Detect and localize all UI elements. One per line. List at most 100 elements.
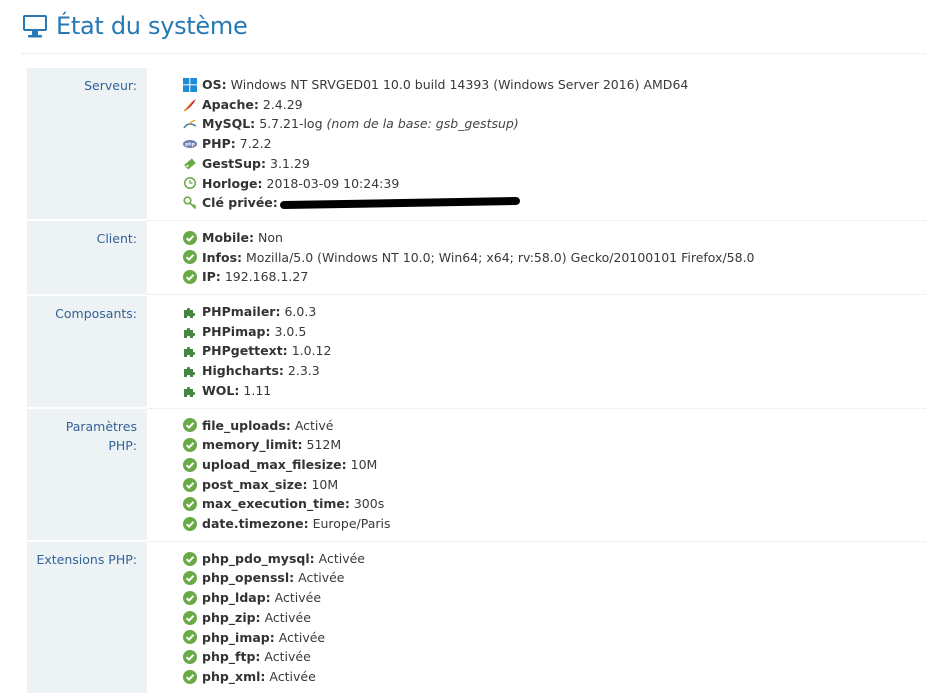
item-key: php_zip: (202, 609, 261, 625)
item-value: 2018-03-09 10:24:39 (266, 175, 400, 191)
key-icon (183, 196, 197, 210)
list-item: upload_max_filesize: 10M (183, 455, 926, 475)
section-label-php-params: Paramètres PHP: (27, 408, 147, 543)
item-value: Activée (298, 570, 345, 586)
item-value: Europe/Paris (312, 516, 391, 532)
item-value: 5.7.21-log (259, 116, 323, 132)
puzzle-icon (183, 344, 197, 358)
system-info-table: Serveur: OS: Windows NT SRVGED01 10.0 bu… (27, 68, 926, 695)
list-item: php_imap: Activée (183, 628, 926, 648)
section-components: Composants: PHPmailer: 6.0.3 PHPimap: 3.0.5… (27, 294, 926, 410)
section-label-client: Client: (27, 220, 147, 296)
item-key: file_uploads: (202, 417, 291, 433)
item-value: 1.11 (243, 382, 272, 398)
section-server: Serveur: OS: Windows NT SRVGED01 10.0 bu… (27, 68, 926, 222)
item-value: Activée (278, 629, 326, 645)
mysql-icon (183, 117, 197, 131)
item-key: Highcharts: (202, 363, 284, 379)
list-item: WOL: 1.11 (183, 381, 926, 401)
item-value: 10M (311, 476, 339, 492)
server-os: OS: Windows NT SRVGED01 10.0 build 14393… (183, 75, 926, 95)
item-value: 7.2.2 (239, 136, 272, 152)
check-circle-icon (183, 630, 197, 645)
check-circle-icon (183, 610, 197, 625)
item-key: php_pdo_mysql: (202, 550, 315, 566)
item-value: Windows NT SRVGED01 10.0 build 14393 (Wi… (230, 77, 689, 92)
list-item: PHPimap: 3.0.5 (183, 322, 926, 342)
check-circle-icon (183, 477, 197, 492)
item-key: IP: (202, 269, 221, 285)
section-label-php-extensions: Extensions PHP: (27, 541, 147, 695)
check-circle-icon (183, 438, 197, 453)
item-key: max_execution_time: (202, 496, 350, 512)
item-value: Activée (264, 649, 311, 665)
list-item: Highcharts: 2.3.3 (183, 361, 926, 381)
item-key: php_imap: (202, 629, 275, 645)
item-key: Horloge: (202, 175, 263, 191)
item-value: 3.0.5 (274, 323, 307, 339)
item-key: memory_limit: (202, 437, 303, 453)
item-key: WOL: (202, 382, 240, 398)
item-value: 1.0.12 (291, 343, 332, 359)
item-key: Infos: (202, 249, 243, 265)
label-line: Paramètres (65, 419, 137, 435)
puzzle-icon (183, 305, 197, 319)
server-mysql: MySQL: 5.7.21-log (nom de la base: gsb_g… (183, 114, 926, 134)
item-key: Apache: (202, 96, 259, 112)
item-value: Activé (294, 417, 334, 433)
php-extensions-items: php_pdo_mysql: Activée php_openssl: Activée… (147, 541, 926, 693)
check-circle-icon (183, 418, 197, 433)
puzzle-icon (183, 384, 197, 398)
components-items: PHPmailer: 6.0.3 PHPimap: 3.0.5 PHPgettext: 1… (147, 294, 926, 409)
server-private-key: Clé privée: (183, 193, 926, 213)
list-item: date.timezone: Europe/Paris (183, 514, 926, 534)
svg-text:php: php (185, 142, 195, 148)
list-item: PHPmailer: 6.0.3 (183, 302, 926, 322)
puzzle-icon (183, 364, 197, 378)
list-item: php_ftp: Activée (183, 647, 926, 667)
list-item: php_pdo_mysql: Activée (183, 549, 926, 569)
section-php-extensions: Extensions PHP: php_pdo_mysql: Activée php… (27, 541, 926, 695)
item-value: 6.0.3 (284, 304, 317, 320)
item-key: upload_max_filesize: (202, 456, 347, 472)
item-value: Activée (264, 609, 311, 625)
item-key: date.timezone: (202, 516, 309, 532)
item-value: 300s (353, 496, 385, 512)
list-item: php_openssl: Activée (183, 568, 926, 588)
item-key: php_ftp: (202, 649, 261, 665)
check-circle-icon (183, 551, 197, 566)
section-label-components: Composants: (27, 294, 147, 410)
list-item: php_ldap: Activée (183, 588, 926, 608)
item-note: (nom de la base: gsb_gestsup) (326, 116, 519, 132)
item-value: 10M (350, 456, 378, 472)
item-value: 2.4.29 (262, 96, 303, 112)
item-value: 3.1.29 (270, 155, 310, 171)
item-value: Mozilla/5.0 (Windows NT 10.0; Win64; x64… (246, 249, 755, 265)
check-circle-icon (183, 270, 197, 285)
item-key: GestSup: (202, 155, 267, 171)
section-php-params: Paramètres PHP: file_uploads: Activé memor… (27, 408, 926, 543)
list-item: max_execution_time: 300s (183, 494, 926, 514)
item-key: PHPgettext: (202, 343, 288, 359)
item-key: PHP: (202, 136, 236, 152)
list-item: Mobile: Non (183, 228, 926, 248)
server-gestsup: GestSup: 3.1.29 (183, 154, 926, 174)
list-item: post_max_size: 10M (183, 475, 926, 495)
check-circle-icon (183, 516, 197, 531)
client-items: Mobile: Non Infos: Mozilla/5.0 (Windows NT … (147, 220, 926, 296)
label-line: PHP: (108, 438, 137, 454)
item-value: 512M (306, 437, 342, 453)
check-circle-icon (183, 250, 197, 265)
server-php: php PHP: 7.2.2 (183, 134, 926, 154)
server-clock: Horloge: 2018-03-09 10:24:39 (183, 174, 926, 194)
check-circle-icon (183, 230, 197, 245)
item-key: OS: (202, 77, 227, 92)
item-value: 192.168.1.27 (224, 269, 309, 285)
server-apache: Apache: 2.4.29 (183, 95, 926, 115)
puzzle-icon (183, 325, 197, 339)
check-circle-icon (183, 669, 197, 684)
list-item: file_uploads: Activé (183, 416, 926, 436)
check-circle-icon (183, 591, 197, 606)
monitor-icon (23, 15, 47, 38)
item-key: PHPmailer: (202, 304, 281, 320)
